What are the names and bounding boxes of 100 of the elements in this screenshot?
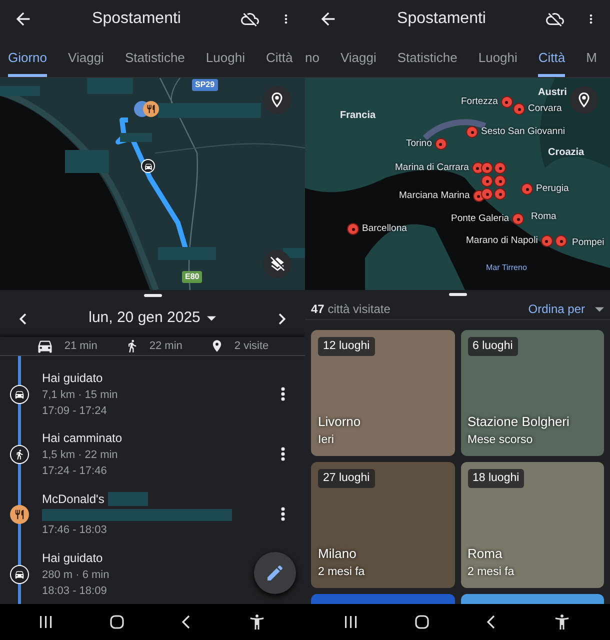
tab[interactable]: Statistiche (124, 38, 185, 77)
city-card[interactable]: 6 luoghi Stazione Bolgheri Mese scorso (460, 330, 604, 456)
city-label: Torino (406, 137, 432, 151)
more-vertical-icon (281, 447, 285, 462)
city-label: Fortezza (461, 95, 498, 109)
sort-dropdown[interactable]: Ordina per (528, 300, 604, 318)
layers-off-button[interactable] (263, 250, 291, 278)
timeline-detail: 280 m · 6 min (42, 568, 110, 583)
country-label: Croazia (548, 146, 584, 160)
map-pin-icon[interactable] (466, 126, 478, 138)
date-dropdown[interactable]: lun, 20 gen 2025 (34, 307, 271, 330)
timeline-time: 17:24 - 17:46 (42, 464, 108, 480)
city-name: Livorno (318, 413, 362, 432)
home-button[interactable] (414, 615, 429, 629)
map-pin-icon[interactable] (494, 162, 506, 174)
car-marker-icon (141, 159, 155, 173)
timeline-title: Hai guidato (42, 550, 103, 567)
city-card[interactable]: 27 luoghi Milano 2 mesi fa (311, 462, 454, 588)
tab[interactable]: Statistiche (397, 38, 458, 77)
visit-time: 2 mesi fa (318, 564, 366, 580)
country-label: Francia (340, 109, 376, 123)
tab[interactable]: M (586, 38, 597, 77)
car-icon (10, 564, 29, 584)
city-card[interactable]: 12 luoghi Livorno Ieri (311, 330, 454, 456)
more-vertical-icon (281, 387, 285, 402)
city-label: Pompei (572, 236, 604, 250)
timeline-time: 17:46 - 18:03 (42, 522, 108, 538)
timeline-title: Hai guidato (42, 370, 103, 387)
back-button[interactable] (486, 615, 496, 629)
visit-time: Mese scorso (468, 432, 534, 448)
map-pin-icon[interactable] (481, 175, 493, 187)
timeline-time: 17:09 - 17:24 (42, 404, 108, 420)
timeline-title: McDonald's (42, 490, 104, 508)
location-button[interactable] (263, 86, 291, 114)
map-pin-icon[interactable] (540, 235, 553, 248)
map-pin-icon[interactable] (513, 103, 525, 116)
map-pin-icon[interactable] (512, 213, 524, 226)
back-button[interactable] (181, 615, 192, 629)
tab[interactable]: Luoghi (206, 38, 245, 77)
caret-icon (595, 306, 604, 312)
city-label: Marano di Napoli (466, 234, 538, 248)
caret-icon (207, 316, 216, 322)
layers-off-icon (268, 256, 286, 272)
map-pin-icon[interactable] (434, 138, 447, 150)
edit-button[interactable] (254, 552, 296, 594)
map-pin-icon[interactable] (521, 183, 533, 196)
map-pin-icon[interactable] (494, 188, 506, 200)
summary-text: 21 min (64, 338, 98, 354)
restaurant-marker-icon (143, 101, 159, 117)
screen-title: Spostamenti (91, 9, 182, 29)
summary-text: 2 visite (234, 338, 269, 354)
road-label: SP29 (192, 79, 218, 91)
tab[interactable]: Luoghi (478, 38, 518, 77)
timeline-time: 18:03 - 18:09 (42, 584, 108, 600)
accessibility-icon[interactable] (248, 613, 266, 631)
timeline-detail: 1,5 km · 22 min (42, 448, 119, 463)
city-label: Sesto San Giovanni (481, 125, 565, 139)
sea-label: Mar Tirreno (486, 262, 527, 274)
visited-cities-count: 47 città visitate (311, 301, 390, 318)
map-pin-icon[interactable] (481, 188, 493, 200)
restaurant-icon (10, 504, 29, 524)
places-count-badge: 6 luoghi (468, 337, 518, 356)
map-pin-icon[interactable] (472, 162, 484, 174)
map-pin-icon[interactable] (500, 96, 513, 108)
tab[interactable]: Città (266, 38, 293, 77)
city-label: Ponte Galeria (451, 212, 510, 226)
city-card[interactable]: 18 luoghi Roma 2 mesi fa (460, 462, 604, 588)
road-label: E80 (182, 271, 202, 283)
country-label: Austri (538, 86, 567, 100)
recent-apps-button[interactable] (38, 616, 53, 628)
recent-apps-button[interactable] (344, 616, 358, 628)
redaction-block (108, 492, 148, 506)
city-label: Roma (531, 210, 556, 224)
screen-title: Spostamenti (396, 9, 487, 29)
car-icon (10, 384, 29, 404)
tab[interactable]: Viaggi (340, 38, 376, 77)
tab[interactable]: Viaggi (68, 38, 104, 77)
city-label: Barcellona (362, 222, 407, 236)
accessibility-icon[interactable] (553, 613, 572, 631)
home-button[interactable] (110, 615, 124, 629)
city-label: Perugia (536, 182, 569, 196)
tab[interactable]: no (305, 38, 320, 77)
summary-text: 22 min (149, 338, 182, 354)
timeline-title: Hai camminato (42, 430, 122, 447)
map-pin-icon[interactable] (555, 235, 567, 247)
map-pin-icon[interactable] (494, 175, 506, 187)
city-label: Corvara (528, 102, 562, 116)
city-name: Stazione Bolgheri (468, 413, 570, 432)
drag-handle[interactable] (144, 294, 162, 297)
more-vertical-icon (281, 507, 285, 522)
timeline-detail: 7,1 km · 15 min (42, 388, 119, 403)
map-pin-icon[interactable] (481, 162, 493, 174)
pencil-icon (265, 563, 285, 584)
walking-person-icon (10, 444, 29, 464)
visit-time: 2 mesi fa (468, 564, 516, 580)
places-count-badge: 12 luoghi (318, 337, 375, 356)
city-name: Milano (318, 545, 358, 564)
city-label: Marciana Marina (399, 189, 470, 203)
visit-time: Ieri (318, 432, 335, 448)
drag-handle[interactable] (448, 293, 466, 296)
